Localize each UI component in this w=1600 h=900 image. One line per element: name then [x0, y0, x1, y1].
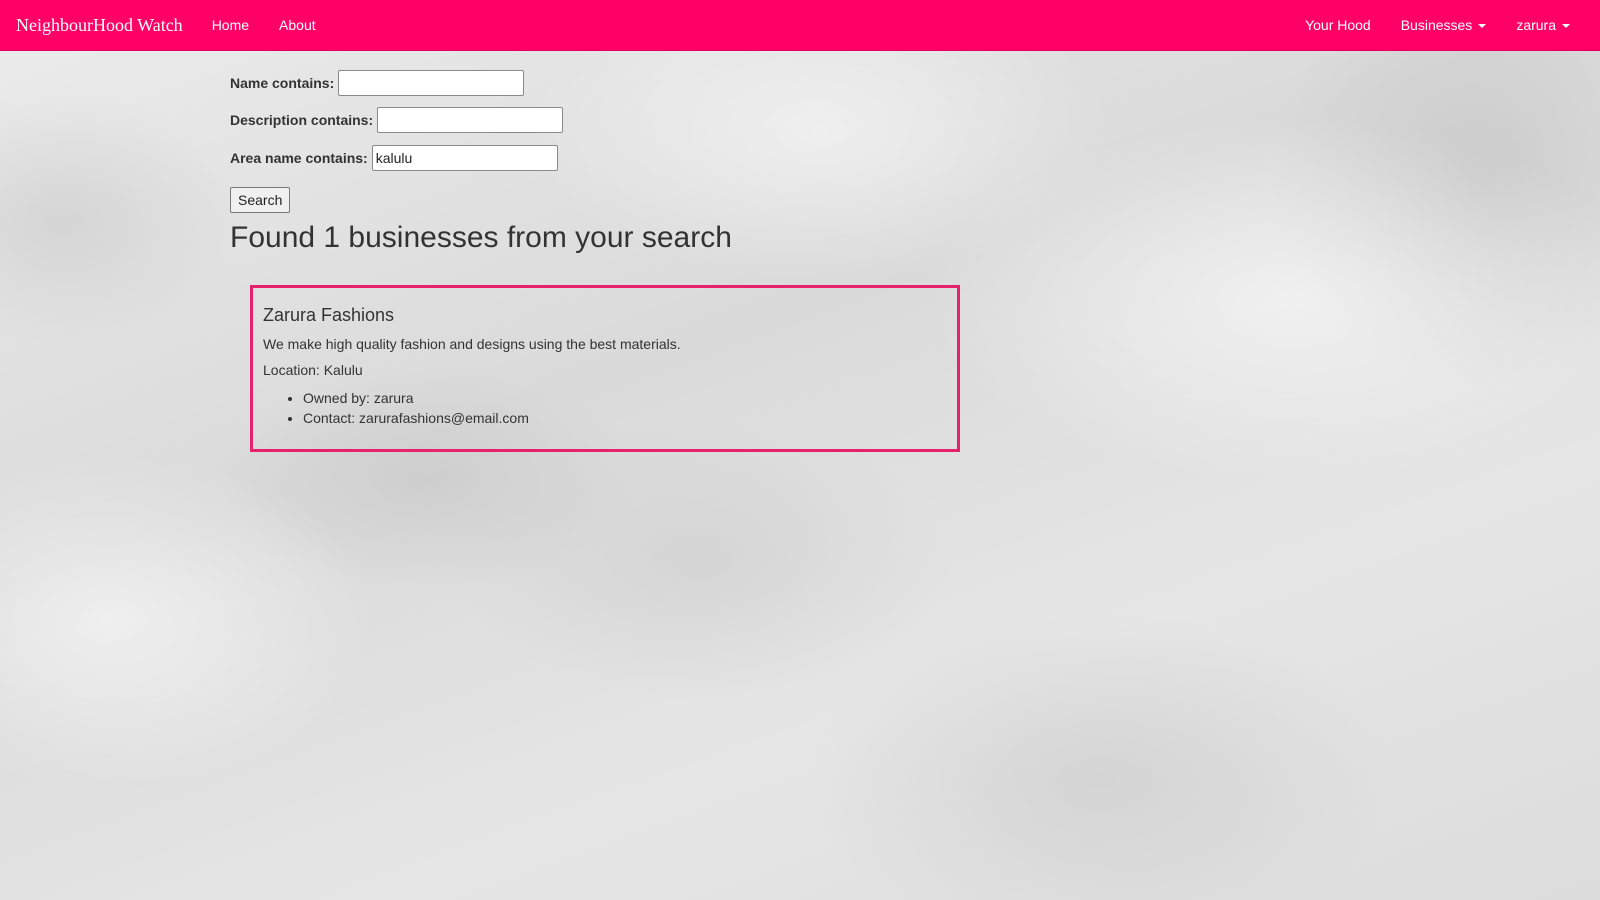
business-owner: Owned by: zarura [303, 388, 947, 408]
nav-about-link[interactable]: About [264, 17, 331, 33]
area-filter-input[interactable] [371, 145, 558, 171]
business-description: We make high quality fashion and designs… [263, 336, 681, 352]
nav-home-link[interactable]: Home [212, 17, 264, 33]
businesses-dropdown-label: Businesses [1400, 17, 1473, 33]
nav-your-hood-link[interactable]: Your Hood [1290, 17, 1386, 33]
navbar: NeighbourHood Watch Home About Your Hood… [0, 0, 1600, 51]
area-filter-label: Area name contains: [230, 150, 368, 166]
results-heading: Found 1 businesses from your search [230, 221, 732, 254]
business-card: Zarura Fashions We make high quality fas… [250, 285, 960, 452]
search-button[interactable]: Search [230, 187, 291, 213]
navbar-right: Your Hood Businesses zarura [1290, 0, 1585, 50]
caret-down-icon [1562, 24, 1570, 29]
name-filter-label: Name contains: [230, 75, 335, 91]
description-filter-row: Description contains: [230, 107, 564, 133]
brand-link[interactable]: NeighbourHood Watch [16, 15, 183, 36]
business-details-list: Owned by: zarura Contact: zarurafashions… [263, 388, 947, 428]
business-location: Location: Kalulu [263, 362, 363, 378]
business-name: Zarura Fashions [263, 305, 395, 325]
name-filter-input[interactable] [338, 70, 525, 96]
navbar-left: NeighbourHood Watch Home About [16, 0, 331, 50]
description-filter-label: Description contains: [230, 112, 374, 128]
area-filter-row: Area name contains: [230, 145, 558, 171]
description-filter-input[interactable] [377, 107, 564, 133]
businesses-dropdown[interactable]: Businesses [1386, 17, 1502, 33]
business-contact: Contact: zarurafashions@email.com [303, 408, 947, 428]
user-dropdown[interactable]: zarura [1501, 17, 1585, 33]
name-filter-row: Name contains: [230, 70, 525, 96]
caret-down-icon [1478, 24, 1487, 29]
user-dropdown-label: zarura [1516, 17, 1556, 33]
